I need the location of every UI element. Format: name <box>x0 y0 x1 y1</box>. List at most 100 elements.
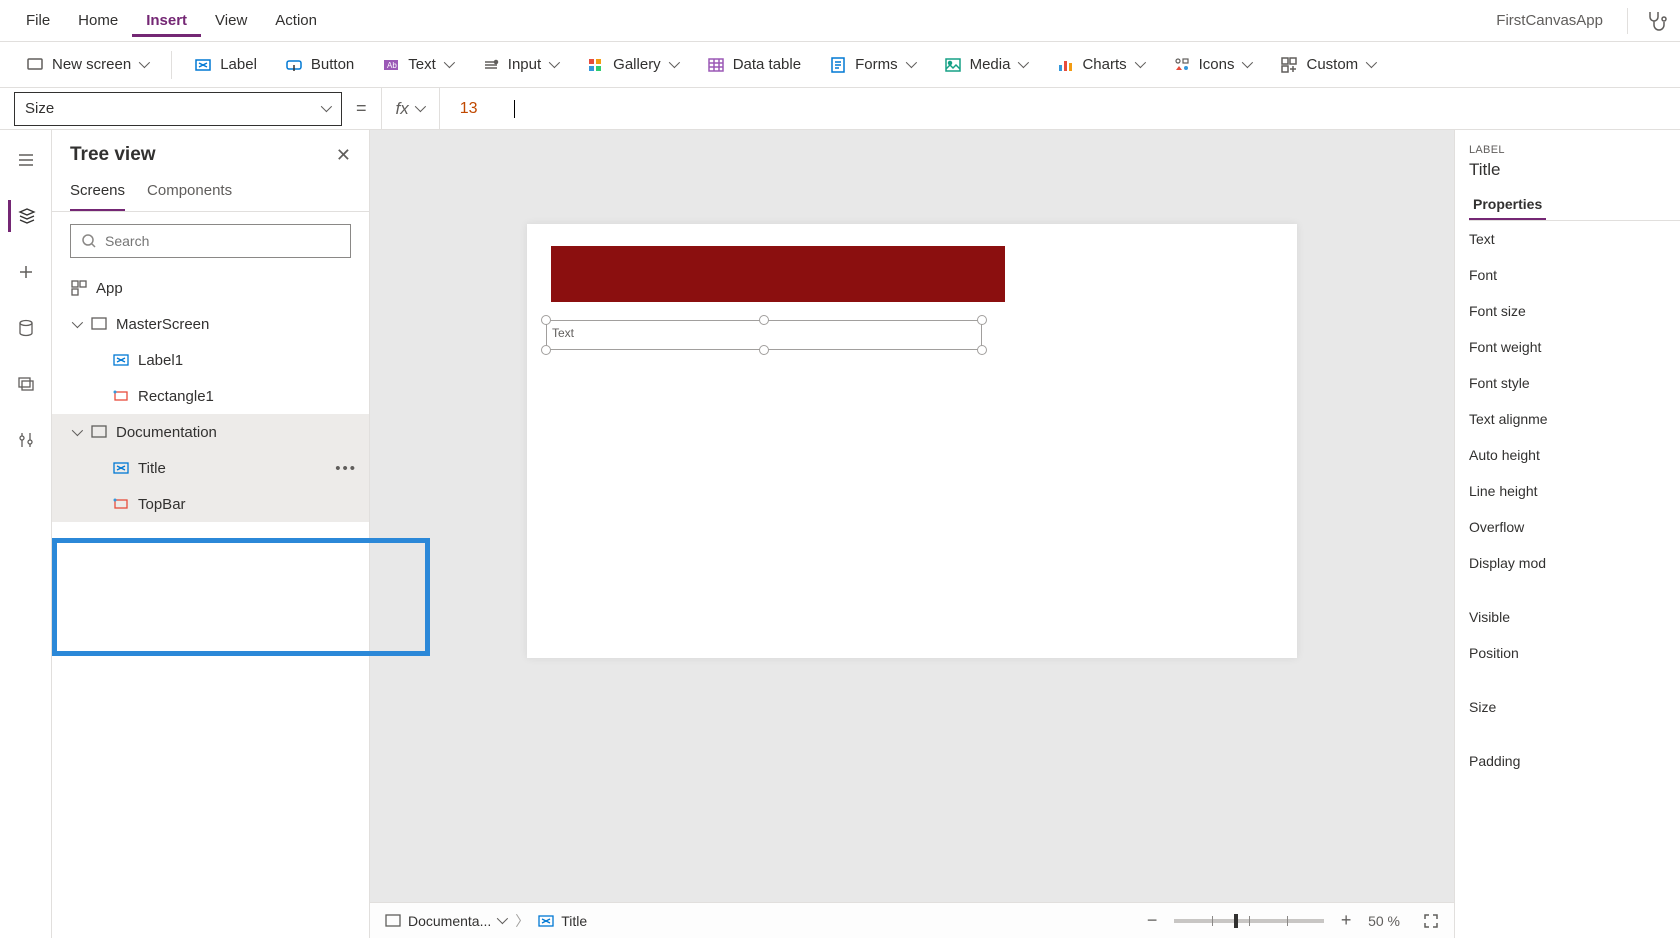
prop-row[interactable]: Line height <box>1469 473 1680 509</box>
left-rail <box>0 130 52 938</box>
prop-row[interactable]: Padding <box>1469 743 1680 779</box>
input-icon <box>482 56 500 74</box>
prop-row[interactable]: Text <box>1469 221 1680 257</box>
rectangle-icon <box>112 387 130 405</box>
more-icon[interactable]: ••• <box>335 460 369 477</box>
tree-node-masterscreen[interactable]: MasterScreen <box>52 306 369 342</box>
icons-button[interactable]: Icons <box>1161 50 1265 80</box>
rail-insert[interactable] <box>10 256 42 288</box>
gallery-button[interactable]: Gallery <box>575 50 691 80</box>
fit-to-screen-icon[interactable] <box>1412 912 1440 930</box>
resize-handle[interactable] <box>759 345 769 355</box>
media-button[interactable]: Media <box>932 50 1041 80</box>
canvas[interactable]: Text <box>527 224 1297 658</box>
chevron-down-icon <box>669 60 679 70</box>
formula-input[interactable]: 13 <box>454 100 1666 118</box>
data-table-button[interactable]: Data table <box>695 50 813 80</box>
screen-icon <box>26 56 44 74</box>
chevron-down-icon[interactable] <box>70 428 82 436</box>
properties-type: LABEL <box>1469 144 1680 156</box>
rail-hamburger[interactable] <box>10 144 42 176</box>
prop-row[interactable]: Display mod <box>1469 545 1680 581</box>
resize-handle[interactable] <box>759 315 769 325</box>
prop-row[interactable]: Font style <box>1469 365 1680 401</box>
prop-row[interactable]: Auto height <box>1469 437 1680 473</box>
canvas-area: Text Documenta... 〉 <box>370 130 1454 938</box>
media-icon <box>944 56 962 74</box>
prop-row[interactable]: Text alignme <box>1469 401 1680 437</box>
formula-bar: Size = fx 13 <box>0 88 1680 130</box>
prop-row[interactable]: Size <box>1469 689 1680 725</box>
close-icon[interactable]: ✕ <box>336 145 351 166</box>
tree-node-rectangle1[interactable]: Rectangle1 <box>52 378 369 414</box>
app-icon <box>70 279 88 297</box>
chevron-down-icon[interactable] <box>70 320 82 328</box>
prop-row[interactable]: Font weight <box>1469 329 1680 365</box>
prop-row[interactable]: Visible <box>1469 599 1680 635</box>
text-button[interactable]: Ab Text <box>370 50 466 80</box>
label-button[interactable]: Label <box>182 50 269 80</box>
label-icon <box>112 459 130 477</box>
canvas-topbar-rect[interactable] <box>551 246 1005 302</box>
stethoscope-icon[interactable] <box>1644 9 1668 33</box>
prop-row[interactable]: Font size <box>1469 293 1680 329</box>
resize-handle[interactable] <box>977 315 987 325</box>
rail-tree-view[interactable] <box>8 200 40 232</box>
status-bar: Documenta... 〉 Title − + 50 % <box>370 902 1454 938</box>
charts-icon <box>1056 56 1074 74</box>
prop-row[interactable]: Font <box>1469 257 1680 293</box>
zoom-slider[interactable] <box>1174 919 1324 923</box>
tree-node-app[interactable]: App <box>52 270 369 306</box>
properties-control-name: Title <box>1469 156 1680 190</box>
breadcrumb-control[interactable]: Title <box>537 912 587 930</box>
chevron-down-icon <box>444 60 454 70</box>
screen-icon <box>384 912 402 930</box>
zoom-out-button[interactable]: − <box>1142 910 1162 931</box>
prop-row[interactable]: Overflow <box>1469 509 1680 545</box>
label-icon <box>112 351 130 369</box>
menu-file[interactable]: File <box>12 4 64 37</box>
equals-sign: = <box>356 98 367 119</box>
new-screen-button[interactable]: New screen <box>14 50 161 80</box>
tree-search[interactable] <box>70 224 351 258</box>
forms-button[interactable]: Forms <box>817 50 928 80</box>
resize-handle[interactable] <box>541 315 551 325</box>
tree-node-documentation[interactable]: Documentation <box>52 414 369 450</box>
menu-home[interactable]: Home <box>64 4 132 37</box>
data-table-icon <box>707 56 725 74</box>
input-button[interactable]: Input <box>470 50 571 80</box>
menu-action[interactable]: Action <box>261 4 331 37</box>
tree-node-title[interactable]: Title ••• <box>52 450 369 486</box>
zoom-in-button[interactable]: + <box>1336 910 1356 931</box>
button-button[interactable]: Button <box>273 50 366 80</box>
charts-button[interactable]: Charts <box>1044 50 1156 80</box>
tab-components[interactable]: Components <box>147 182 232 211</box>
tree-node-topbar[interactable]: TopBar <box>52 486 369 522</box>
rail-data[interactable] <box>10 312 42 344</box>
tab-properties[interactable]: Properties <box>1469 190 1546 220</box>
prop-row[interactable]: Position <box>1469 635 1680 671</box>
search-input[interactable] <box>105 233 340 249</box>
chevron-down-icon <box>1242 60 1252 70</box>
canvas-selected-label[interactable]: Text <box>546 320 982 350</box>
menu-view[interactable]: View <box>201 4 261 37</box>
screen-icon <box>90 315 108 333</box>
property-selector[interactable]: Size <box>14 92 342 126</box>
tree-node-label1[interactable]: Label1 <box>52 342 369 378</box>
ribbon: New screen Label Button Ab Text Input Ga… <box>0 42 1680 88</box>
resize-handle[interactable] <box>541 345 551 355</box>
chevron-down-icon <box>549 60 559 70</box>
resize-handle[interactable] <box>977 345 987 355</box>
menu-insert[interactable]: Insert <box>132 4 201 37</box>
label-icon <box>194 56 212 74</box>
tree-view-panel: Tree view ✕ Screens Components App Maste… <box>52 130 370 938</box>
chevron-down-icon <box>321 104 331 114</box>
gallery-icon <box>587 56 605 74</box>
tree-view-title: Tree view <box>70 144 156 166</box>
rail-advanced[interactable] <box>10 424 42 456</box>
fx-button[interactable]: fx <box>381 88 440 129</box>
tab-screens[interactable]: Screens <box>70 182 125 211</box>
rail-media[interactable] <box>10 368 42 400</box>
breadcrumb-screen[interactable]: Documenta... <box>384 912 507 930</box>
custom-button[interactable]: Custom <box>1268 50 1388 80</box>
